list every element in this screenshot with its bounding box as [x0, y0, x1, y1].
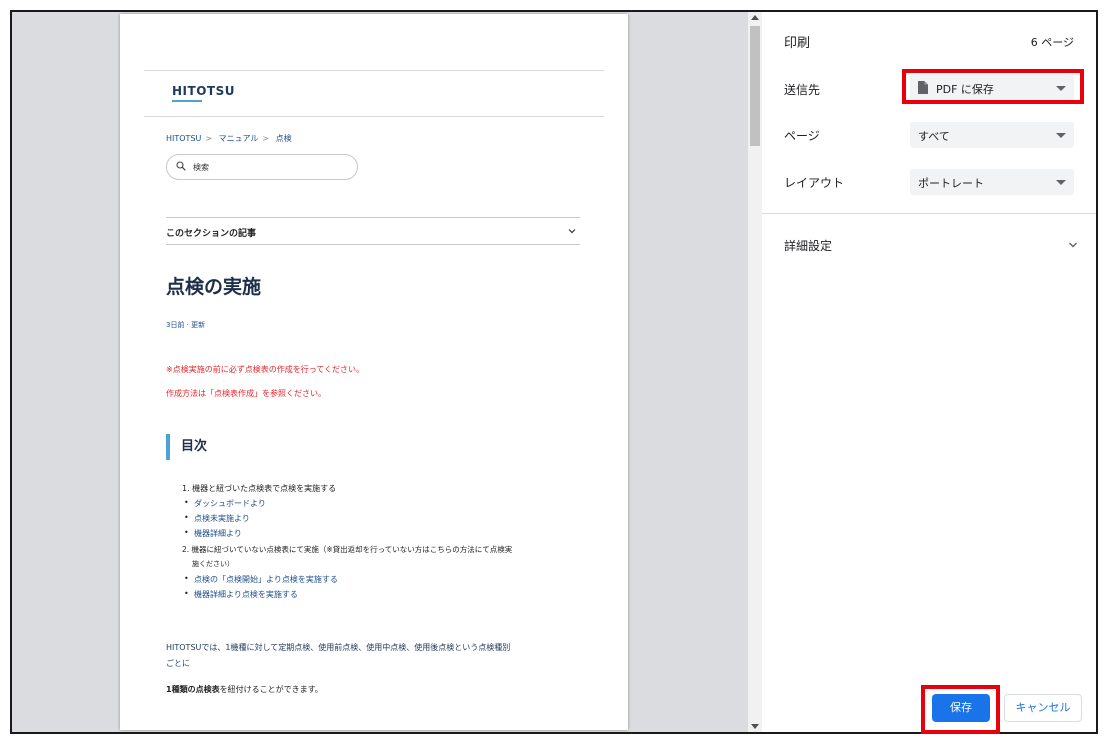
destination-select[interactable]: PDF に保存: [910, 75, 1074, 101]
dropdown-caret-icon: [1056, 180, 1066, 185]
pages-label: ページ: [784, 129, 820, 143]
page-count: 6 ページ: [1030, 36, 1074, 49]
chevron-down-icon: [568, 229, 576, 234]
breadcrumb-item-inspection[interactable]: 点検: [276, 134, 292, 143]
warning-reference-text: 作成方法は「点検表作成」を参照ください。: [166, 389, 326, 398]
header-top-rule: [144, 70, 604, 71]
toc-link-device-detail-2[interactable]: 機器詳細より点検を実施する: [184, 589, 298, 600]
chevron-down-icon[interactable]: [1068, 240, 1078, 250]
save-button[interactable]: 保存: [932, 694, 990, 722]
document-icon: [918, 81, 928, 94]
toc-link-start-inspection[interactable]: 点検の「点検開始」より点検を実施する: [184, 574, 338, 585]
toc-link-dashboard[interactable]: ダッシュボードより: [184, 498, 266, 509]
preview-scrollbar[interactable]: [748, 12, 762, 732]
breadcrumb-separator: >: [205, 134, 213, 143]
header-bottom-rule: [144, 116, 604, 117]
logo-underline: [172, 100, 202, 102]
print-settings-panel: 印刷 6 ページ 送信先 PDF に保存 ページ すべて レイアウト ポートレー…: [762, 12, 1096, 732]
toc-heading: 目次: [166, 434, 207, 460]
destination-label: 送信先: [784, 83, 821, 97]
search-input[interactable]: 検索: [166, 154, 358, 180]
warning-text: ※点検実施の前に必ず点検表の作成を行ってください。: [166, 365, 365, 374]
cancel-button[interactable]: キャンセル: [1004, 694, 1082, 722]
toc-item-1: 1. 機器と紐づいた点検表で点検を実施する: [182, 484, 337, 493]
dropdown-caret-icon: [1056, 86, 1066, 91]
pages-value: すべて: [918, 130, 950, 143]
search-icon: [176, 161, 186, 171]
body-paragraph: HITOTSUでは、1機種に対して定期点検、使用前点検、使用中点検、使用後点検と…: [166, 643, 511, 652]
advanced-settings-toggle[interactable]: 詳細設定: [784, 237, 832, 254]
layout-value: ポートレート: [918, 177, 984, 190]
toc-item-2: 2. 機器に紐づいていない点検表にて実施（※貸出返却を行っていない方はこちらの方…: [182, 545, 513, 554]
body-paragraph-2: 1種類の点検表を紐付けることができます。: [166, 684, 323, 695]
destination-value: PDF に保存: [936, 83, 994, 96]
toc-link-unchecked[interactable]: 点検未実施より: [184, 513, 250, 524]
layout-label: レイアウト: [784, 176, 845, 190]
breadcrumb-separator: >: [262, 134, 270, 143]
dropdown-caret-icon: [1056, 133, 1066, 138]
breadcrumb: HITOTSU > マニュアル > 点検: [166, 133, 296, 144]
search-placeholder: 検索: [193, 163, 209, 172]
site-logo: HITOTSU: [172, 84, 235, 98]
print-preview-area: HITOTSU HITOTSU > マニュアル > 点検 検索 このセクションの記事: [12, 12, 762, 732]
scrollbar-thumb[interactable]: [750, 26, 760, 146]
body-paragraph-2-rest: を紐付けることができます。: [219, 685, 323, 694]
settings-divider: [762, 213, 1096, 214]
panel-title: 印刷: [784, 36, 811, 51]
article-meta: 3日前 · 更新: [166, 321, 206, 329]
preview-page: HITOTSU HITOTSU > マニュアル > 点検 検索 このセクションの記事: [120, 14, 628, 730]
print-dialog: HITOTSU HITOTSU > マニュアル > 点検 検索 このセクションの記事: [10, 10, 1098, 734]
article-title: 点検の実施: [166, 276, 262, 298]
toc-item-2-continued: 施ください）: [192, 560, 234, 568]
toc-link-device-detail[interactable]: 機器詳細より: [184, 528, 242, 539]
section-articles-toggle[interactable]: このセクションの記事: [166, 217, 580, 245]
breadcrumb-item-manual[interactable]: マニュアル: [219, 134, 259, 143]
breadcrumb-item-home[interactable]: HITOTSU: [166, 134, 201, 143]
pages-select[interactable]: すべて: [910, 122, 1074, 148]
bold-term: 1種類の点検表: [166, 685, 220, 694]
layout-select[interactable]: ポートレート: [910, 169, 1074, 195]
section-articles-title: このセクションの記事: [166, 229, 257, 239]
scroll-up-arrow-icon[interactable]: [751, 15, 759, 20]
body-paragraph-continued: ごとに: [166, 659, 190, 668]
scroll-down-arrow-icon[interactable]: [751, 724, 759, 729]
